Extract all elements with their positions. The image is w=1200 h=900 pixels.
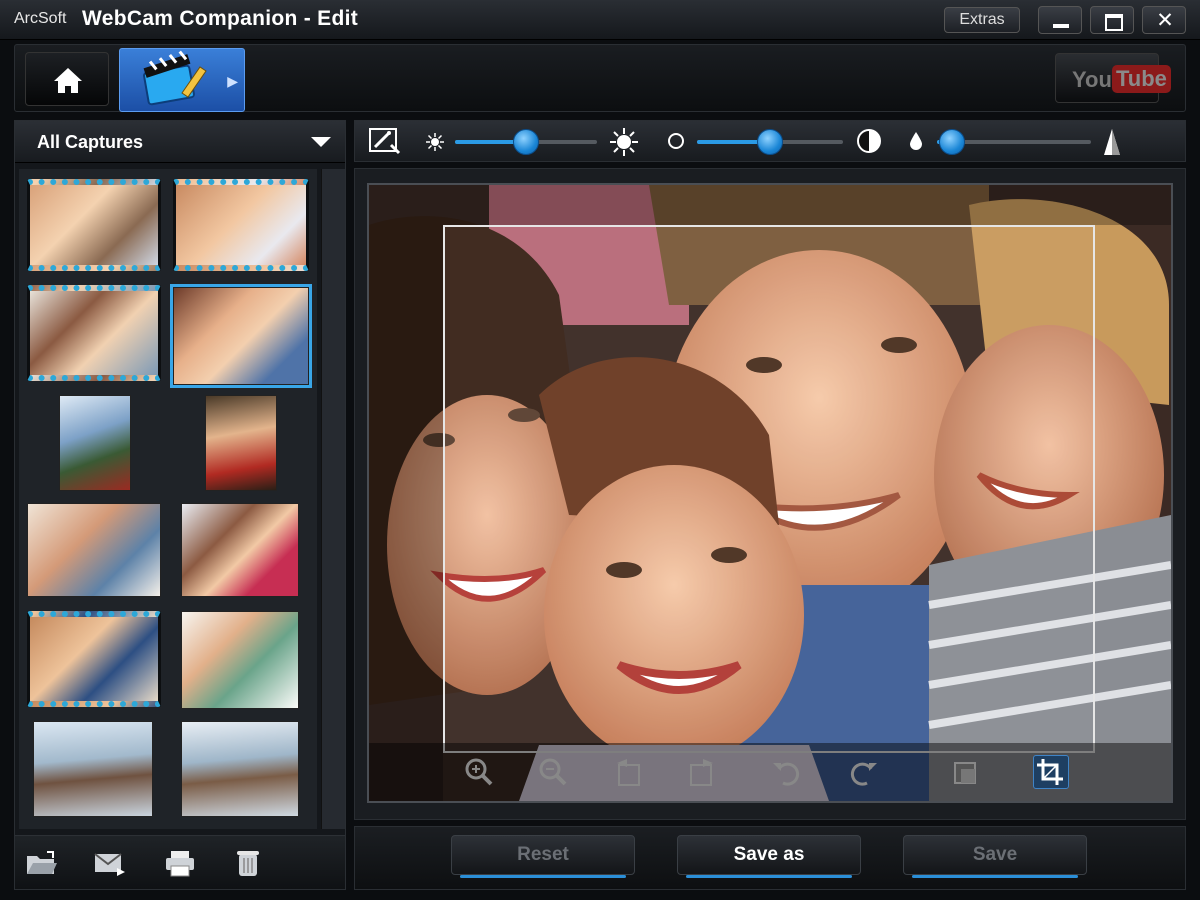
save-glow	[912, 875, 1078, 878]
rotate-right-icon[interactable]	[685, 755, 721, 789]
crop-shade-left	[369, 225, 443, 801]
save-label: Save	[972, 844, 1018, 865]
trash-icon[interactable]	[231, 848, 265, 878]
capture-thumbnail[interactable]	[33, 721, 153, 817]
contrast-low-icon	[668, 133, 684, 149]
crop-button[interactable]	[1033, 755, 1069, 789]
reset-button[interactable]: Reset	[451, 835, 635, 878]
tab-arrow-icon: ▶	[227, 73, 238, 89]
chevron-down-icon	[311, 137, 331, 147]
save-as-glow	[686, 875, 852, 878]
capture-thumbnail[interactable]	[181, 721, 299, 817]
reset-label: Reset	[517, 844, 569, 865]
email-icon[interactable]	[93, 848, 127, 878]
close-button[interactable]: ✕	[1142, 6, 1186, 34]
undo-icon[interactable]	[769, 755, 805, 789]
window-title: WebCam Companion - Edit	[82, 7, 359, 30]
capture-thumbnail[interactable]	[173, 179, 309, 271]
youtube-logo-tube: Tube	[1112, 65, 1171, 93]
photo-preview-frame	[354, 168, 1186, 820]
zoom-out-icon[interactable]	[535, 755, 571, 789]
capture-thumbnail[interactable]	[27, 285, 161, 381]
save-as-label: Save as	[733, 844, 805, 865]
home-icon	[54, 68, 82, 93]
capture-thumbnail[interactable]	[27, 611, 161, 707]
crop-selection[interactable]	[443, 225, 1095, 753]
capture-thumbnail[interactable]	[27, 503, 161, 597]
saturation-slider[interactable]	[937, 129, 1091, 155]
captures-panel: All Captures	[14, 120, 346, 890]
youtube-logo-you: You	[1072, 67, 1112, 92]
image-toolbar	[369, 743, 1171, 801]
open-folder-icon[interactable]	[25, 848, 59, 878]
redo-icon[interactable]	[845, 755, 881, 789]
brightness-slider-handle[interactable]	[513, 129, 539, 155]
fit-icon[interactable]	[947, 755, 983, 789]
youtube-button[interactable]: You Tube	[1055, 53, 1171, 103]
print-icon[interactable]	[163, 848, 197, 878]
thumbnails-scrollbar[interactable]	[321, 169, 345, 829]
brightness-low-icon	[426, 133, 444, 151]
crop-icon	[1037, 759, 1063, 785]
brand-name: ArcSoft	[14, 10, 67, 27]
title-bar: ArcSoft WebCam Companion - Edit Extras ✕	[0, 0, 1200, 40]
zoom-in-icon[interactable]	[461, 755, 497, 789]
capture-thumbnail[interactable]	[181, 611, 299, 709]
capture-thumbnail[interactable]	[27, 179, 161, 271]
close-icon: ✕	[1156, 9, 1174, 32]
adjustment-toolbar	[354, 120, 1186, 162]
saturation-slider-handle[interactable]	[939, 129, 966, 155]
brightness-high-icon	[610, 128, 638, 156]
captures-filter-label: All Captures	[37, 132, 144, 152]
contrast-high-icon	[857, 129, 881, 153]
save-button[interactable]: Save	[903, 835, 1087, 878]
capture-thumbnail-selected[interactable]	[170, 284, 312, 388]
contrast-slider[interactable]	[697, 129, 843, 155]
captures-thumbnail-grid	[19, 169, 317, 829]
reset-glow	[460, 875, 626, 878]
maximize-button[interactable]	[1090, 6, 1134, 34]
auto-enhance-icon[interactable]	[367, 125, 403, 159]
action-bar: Reset Save as Save	[354, 826, 1186, 890]
contrast-slider-handle[interactable]	[757, 129, 783, 155]
extras-button[interactable]: Extras	[944, 7, 1020, 33]
capture-thumbnail[interactable]	[59, 395, 131, 491]
saturation-high-icon	[1104, 129, 1120, 155]
saturation-low-icon	[910, 132, 922, 150]
tab-edit[interactable]: ▶	[119, 48, 245, 112]
main-nav-bar: ▶ You Tube	[14, 44, 1186, 112]
captures-filter-dropdown[interactable]: All Captures	[15, 121, 345, 163]
crop-shade-top	[369, 185, 1171, 225]
save-as-button[interactable]: Save as	[677, 835, 861, 878]
home-button[interactable]	[25, 52, 109, 106]
minimize-button[interactable]	[1038, 6, 1082, 34]
photo-preview[interactable]	[367, 183, 1173, 803]
capture-thumbnail[interactable]	[205, 395, 277, 491]
brightness-slider[interactable]	[455, 129, 597, 155]
capture-thumbnail[interactable]	[181, 503, 299, 597]
rotate-left-icon[interactable]	[609, 755, 645, 789]
captures-toolbar	[15, 835, 345, 889]
clapperboard-edit-icon	[143, 50, 207, 106]
